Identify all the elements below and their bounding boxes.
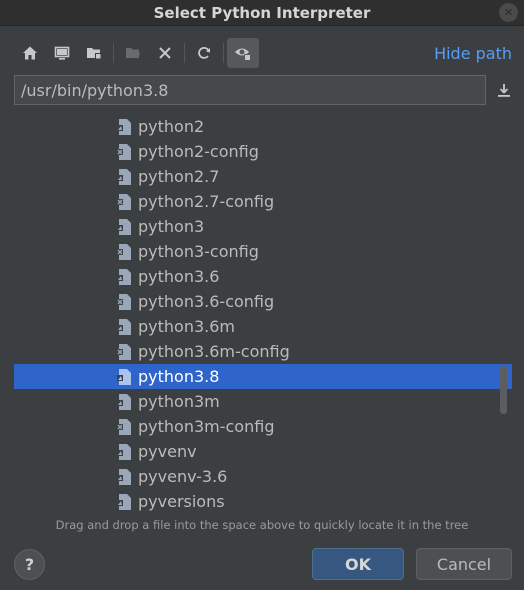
refresh-icon [198, 47, 210, 59]
tree-row-label: python3-config [138, 242, 259, 261]
title-bar: Select Python Interpreter ✕ [0, 0, 524, 26]
toolbar-separator [223, 43, 224, 63]
tree-row-label: python2 [138, 117, 205, 136]
tree-row-label: python3.6m-config [138, 342, 290, 361]
refresh-button[interactable] [188, 38, 220, 68]
tree-row-label: python3 [138, 217, 205, 236]
tree-row[interactable]: python3m [14, 389, 512, 414]
tree-row[interactable]: python3.6 [14, 264, 512, 289]
tree-row-selected[interactable]: python3.8 [14, 364, 512, 389]
executable-file-icon [116, 418, 134, 436]
executable-file-icon [116, 293, 134, 311]
tree-row[interactable]: python2.7 [14, 164, 512, 189]
tree-row-label: python3.8 [138, 367, 220, 386]
ok-button[interactable]: OK [312, 548, 404, 580]
home-button[interactable] [14, 38, 46, 68]
desktop-icon [54, 46, 70, 60]
executable-file-icon [116, 243, 134, 261]
show-hidden-files-button[interactable] [227, 38, 259, 68]
delete-icon [159, 47, 171, 59]
tree-row[interactable]: python2-config [14, 139, 512, 164]
python-file-icon [116, 393, 134, 411]
drag-drop-hint: Drag and drop a file into the space abov… [55, 518, 469, 532]
python-file-icon [116, 118, 134, 136]
tree-row-label: python3.6 [138, 267, 220, 286]
show-hidden-files-icon [235, 48, 251, 61]
python-file-icon [116, 368, 134, 386]
tree-row-label: pyvenv-3.6 [138, 467, 228, 486]
tree-row[interactable]: python3.6m [14, 314, 512, 339]
hide-path-link[interactable]: Hide path [434, 44, 512, 63]
tree-row[interactable]: python3m-config [14, 414, 512, 439]
toolbar-separator [184, 43, 185, 63]
python-file-icon [116, 218, 134, 236]
toolbar: Hide path [14, 38, 512, 68]
tree-row[interactable]: python3-config [14, 239, 512, 264]
tree-row-label: python3m-config [138, 417, 275, 436]
home-icon [23, 46, 37, 60]
python-file-icon [116, 443, 134, 461]
delete-button[interactable] [149, 38, 181, 68]
tree-row-label: pyvenv [138, 442, 197, 461]
path-row [14, 75, 512, 105]
python-file-icon [116, 318, 134, 336]
tree-row[interactable]: python3 [14, 214, 512, 239]
close-icon[interactable]: ✕ [499, 3, 518, 22]
path-input[interactable] [14, 75, 486, 105]
project-folder-button[interactable] [78, 38, 110, 68]
dialog-title: Select Python Interpreter [153, 3, 371, 22]
project-folder-icon [87, 48, 101, 59]
tree-row-label: python2-config [138, 142, 259, 161]
tree-row[interactable]: python3.6m-config [14, 339, 512, 364]
new-folder-icon [126, 48, 140, 58]
tree-row-label: python3m [138, 392, 220, 411]
download-button[interactable] [486, 75, 512, 105]
tree-row[interactable]: python2 [14, 114, 512, 139]
python-file-icon [116, 493, 134, 511]
tree-row-label: python3.6-config [138, 292, 275, 311]
tree-row-label: python2.7-config [138, 192, 275, 211]
tree-scrollbar[interactable] [500, 366, 507, 414]
tree-row[interactable]: python2.7-config [14, 189, 512, 214]
help-button[interactable]: ? [14, 549, 45, 580]
python-file-icon [116, 168, 134, 186]
tree-row-label: python2.7 [138, 167, 220, 186]
desktop-button[interactable] [46, 38, 78, 68]
tree-row[interactable]: pyversions [14, 489, 512, 512]
python-file-icon [116, 468, 134, 486]
tree-row[interactable]: pyvenv-3.6 [14, 464, 512, 489]
download-icon [498, 84, 510, 97]
python-file-icon [116, 268, 134, 286]
executable-file-icon [116, 143, 134, 161]
toolbar-separator [113, 43, 114, 63]
executable-file-icon [116, 193, 134, 211]
tree-row-label: python3.6m [138, 317, 235, 336]
new-folder-button[interactable] [117, 38, 149, 68]
tree-row[interactable]: pyvenv [14, 439, 512, 464]
file-tree[interactable]: python2 python2-config python2.7 python2.7-… [14, 114, 512, 512]
executable-file-icon [116, 343, 134, 361]
cancel-button[interactable]: Cancel [416, 548, 512, 580]
tree-row-label: pyversions [138, 492, 225, 511]
tree-row[interactable]: python3.6-config [14, 289, 512, 314]
